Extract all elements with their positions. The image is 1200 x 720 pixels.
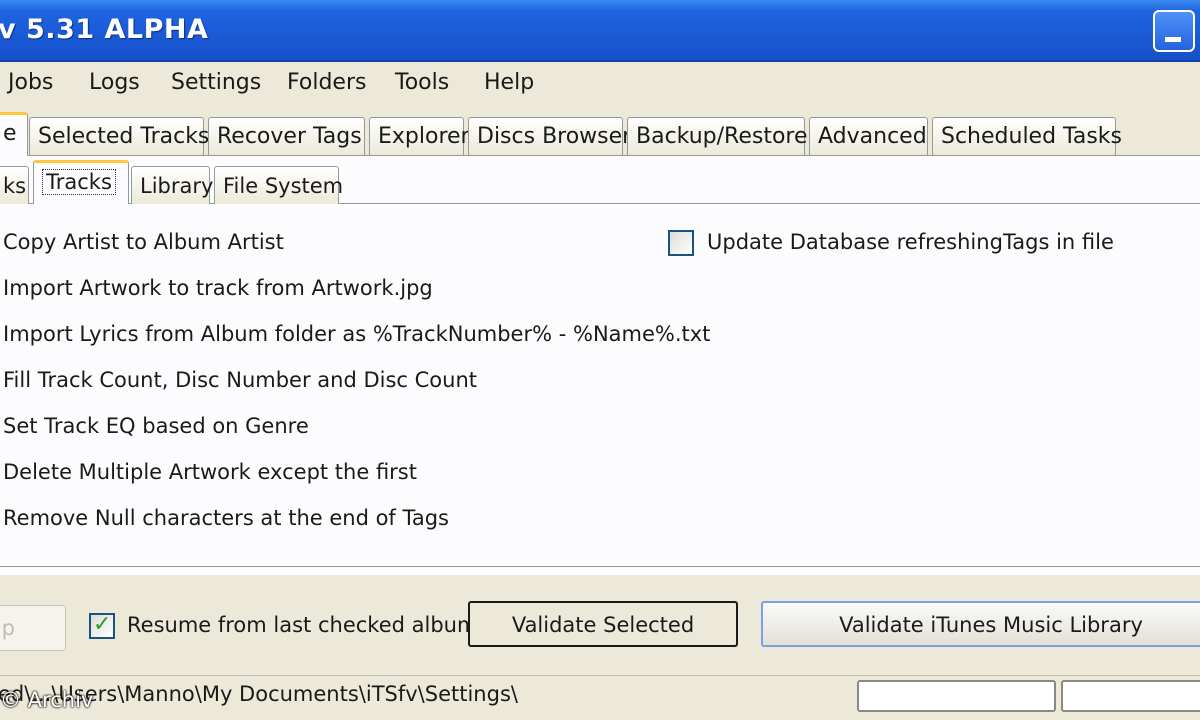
tab-discs-browser[interactable]: Discs Browser (468, 117, 631, 155)
menu-folders[interactable]: Folders (287, 70, 366, 95)
option-copy-artist[interactable]: Copy Artist to Album Artist (3, 230, 284, 254)
status-panel-1 (857, 680, 1056, 712)
title-bar: v 5.31 ALPHA (0, 0, 1200, 62)
option-remove-null-chars[interactable]: Remove Null characters at the end of Tag… (3, 506, 449, 530)
tab-tracks-label: Tracks (42, 169, 116, 195)
update-database-checkbox[interactable] (668, 230, 694, 256)
option-fill-track-count[interactable]: Fill Track Count, Disc Number and Disc C… (3, 368, 477, 392)
watermark: © Archiv (0, 688, 94, 712)
sub-tabs: ks Tracks Library File System (0, 160, 1200, 204)
menu-tools[interactable]: Tools (395, 70, 449, 95)
tab-tracks[interactable]: Tracks (33, 160, 129, 204)
validate-library-button[interactable]: Validate iTunes Music Library (761, 601, 1200, 647)
tab-scheduled-tasks[interactable]: Scheduled Tasks (932, 117, 1122, 155)
status-panel-2 (1061, 680, 1200, 712)
menu-settings[interactable]: Settings (171, 70, 261, 95)
main-tabs: e Selected Tracks Recover Tags Explorer … (0, 112, 1200, 156)
window-title: v 5.31 ALPHA (0, 14, 209, 45)
resume-checkbox[interactable] (89, 612, 115, 639)
tab-validate[interactable]: e (0, 112, 28, 156)
resume-label: Resume from last checked album (127, 613, 478, 637)
tab-selected-tracks[interactable]: Selected Tracks (29, 117, 209, 155)
menu-jobs[interactable]: Jobs (8, 70, 53, 95)
update-database-label: Update Database refreshingTags in file (707, 230, 1114, 254)
validate-selected-button[interactable]: Validate Selected (468, 601, 738, 647)
menu-help[interactable]: Help (484, 70, 534, 95)
minimize-button[interactable] (1153, 10, 1195, 52)
status-bar: ed\...\Users\Manno\My Documents\iTSfv\Se… (0, 675, 1200, 720)
menu-logs[interactable]: Logs (89, 70, 140, 95)
option-import-lyrics[interactable]: Import Lyrics from Album folder as %Trac… (3, 322, 710, 346)
tab-file-system[interactable]: File System (214, 166, 343, 204)
option-delete-multiple-artwork[interactable]: Delete Multiple Artwork except the first (3, 460, 417, 484)
menu-bar: Jobs Logs Settings Folders Tools Help (0, 62, 1200, 106)
tab-advanced[interactable]: Advanced (809, 117, 928, 155)
tab-explorer[interactable]: Explorer (369, 117, 470, 155)
tab-recover-tags[interactable]: Recover Tags (208, 117, 365, 155)
option-import-artwork[interactable]: Import Artwork to track from Artwork.jpg (3, 276, 433, 300)
tab-checks[interactable]: ks (0, 166, 29, 204)
stop-button[interactable]: p (0, 605, 66, 651)
tab-backup-restore[interactable]: Backup/Restore (627, 117, 808, 155)
tab-library[interactable]: Library (131, 166, 213, 204)
option-set-track-eq[interactable]: Set Track EQ based on Genre (3, 414, 309, 438)
bottom-controls: p Resume from last checked album Validat… (0, 575, 1200, 675)
minimize-icon (1165, 37, 1181, 42)
